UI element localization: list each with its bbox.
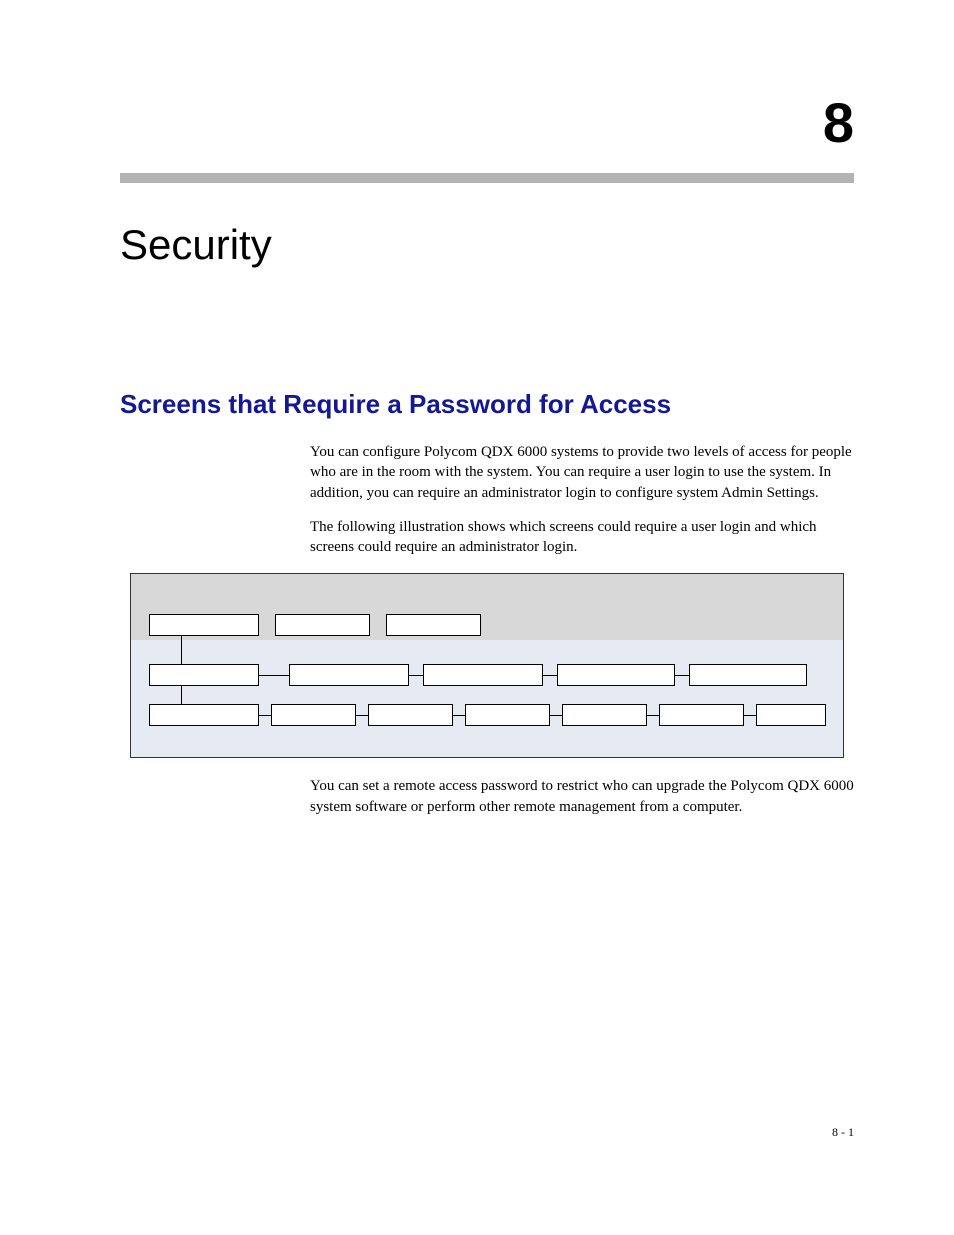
diagram-connector xyxy=(543,675,557,676)
diagram-frame xyxy=(130,573,844,758)
diagram-box xyxy=(659,704,744,726)
diagram-connector xyxy=(550,715,562,716)
diagram-box xyxy=(689,664,807,686)
diagram-box xyxy=(149,664,259,686)
chapter-title: Security xyxy=(120,221,854,269)
diagram-box xyxy=(465,704,550,726)
diagram-connector xyxy=(675,675,689,676)
chapter-number: 8 xyxy=(120,90,854,155)
diagram-connector xyxy=(409,675,423,676)
section-title: Screens that Require a Password for Acce… xyxy=(120,389,854,420)
diagram-connector xyxy=(744,715,756,716)
diagram-box xyxy=(756,704,826,726)
diagram-connector xyxy=(259,675,289,676)
horizontal-rule xyxy=(120,173,854,183)
access-diagram xyxy=(130,573,844,758)
diagram-box xyxy=(289,664,409,686)
diagram-connector xyxy=(356,715,368,716)
diagram-box xyxy=(149,704,259,726)
paragraph-3: You can set a remote access password to … xyxy=(310,776,854,817)
diagram-box xyxy=(271,704,356,726)
diagram-box xyxy=(557,664,675,686)
diagram-box xyxy=(275,614,370,636)
diagram-connector xyxy=(453,715,465,716)
page-number: 8 - 1 xyxy=(832,1125,854,1140)
diagram-connector xyxy=(259,715,271,716)
diagram-connector xyxy=(647,715,659,716)
diagram-row-2 xyxy=(131,662,843,688)
diagram-box xyxy=(386,614,481,636)
diagram-box xyxy=(562,704,647,726)
diagram-row-3 xyxy=(131,702,843,728)
diagram-box xyxy=(149,614,259,636)
paragraph-2: The following illustration shows which s… xyxy=(310,517,854,558)
paragraph-1: You can configure Polycom QDX 6000 syste… xyxy=(310,442,854,503)
diagram-row-1 xyxy=(131,612,843,638)
diagram-box xyxy=(368,704,453,726)
diagram-box xyxy=(423,664,543,686)
